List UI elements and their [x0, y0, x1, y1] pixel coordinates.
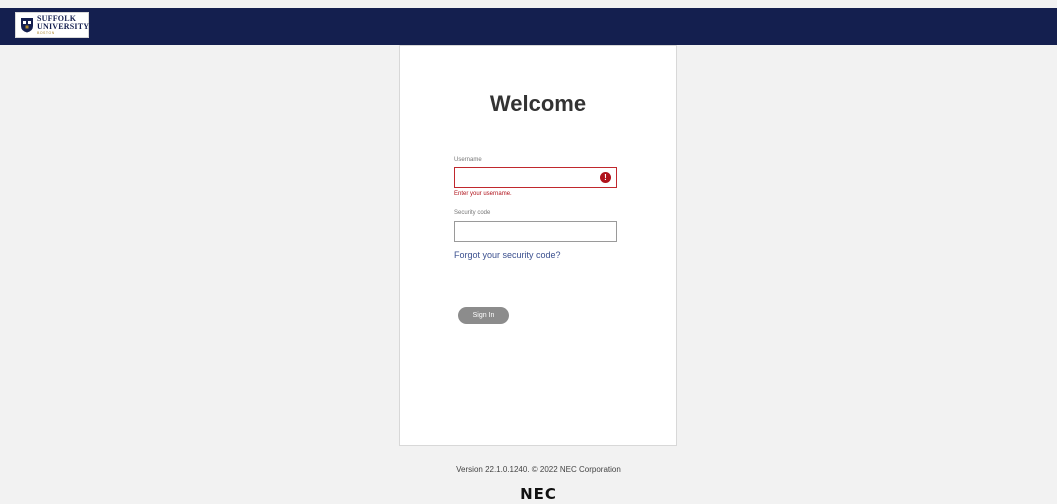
nec-logo: NEC [520, 485, 557, 503]
username-field-wrapper: ! [454, 167, 617, 188]
security-code-field-wrapper [454, 221, 617, 242]
error-icon: ! [600, 172, 611, 183]
username-label: Username [454, 157, 482, 163]
page-title: Welcome [489, 91, 587, 116]
version-text: Version 22.1.0.1240. © 2022 NEC Corporat… [456, 465, 621, 474]
username-field[interactable] [455, 169, 616, 188]
username-error-message: Enter your username. [454, 191, 512, 197]
login-card: Welcome Username ! Enter your username. … [399, 45, 677, 446]
logo-wordmark: SUFFOLK UNIVERSITY BOSTON [37, 14, 90, 36]
forgot-security-code-link[interactable]: Forgot your security code? [454, 250, 561, 260]
sign-in-button[interactable]: Sign In [458, 307, 509, 324]
university-logo[interactable]: SUFFOLK UNIVERSITY BOSTON [15, 12, 89, 38]
top-bar: SUFFOLK UNIVERSITY BOSTON [0, 8, 1057, 45]
shield-icon [21, 18, 33, 33]
logo-line-2: UNIVERSITY [37, 21, 90, 31]
security-code-label: Security code [454, 210, 491, 216]
logo-line-3: BOSTON [37, 30, 55, 35]
security-code-field[interactable] [455, 223, 616, 242]
